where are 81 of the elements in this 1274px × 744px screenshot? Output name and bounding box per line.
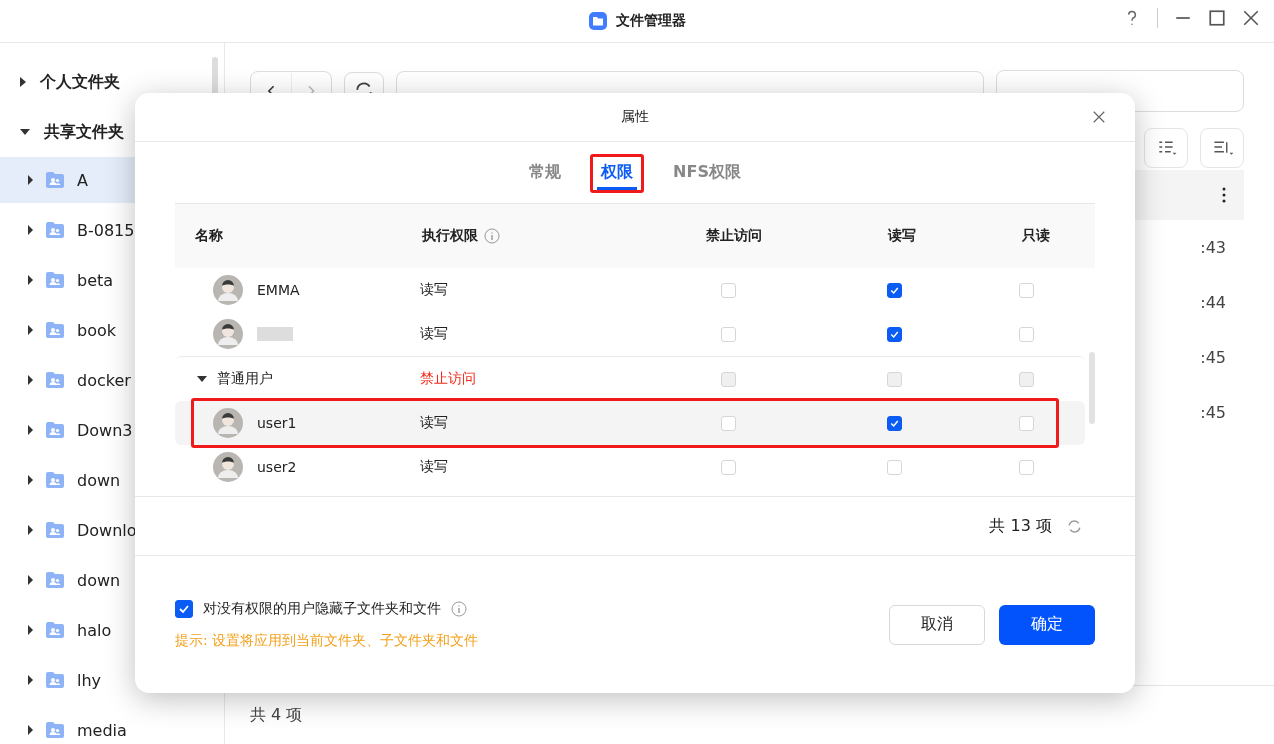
caret-icon[interactable] (28, 375, 33, 385)
permission-text: 禁止访问 (420, 370, 476, 388)
modified-time: :45 (1200, 348, 1226, 367)
checkbox[interactable] (886, 282, 902, 298)
permission-text: 读写 (420, 281, 449, 299)
maximize-icon[interactable] (1208, 9, 1226, 27)
caret-icon[interactable] (28, 425, 33, 435)
sidebar-item[interactable]: media (0, 707, 224, 744)
modified-time: :45 (1200, 403, 1226, 422)
user-name: user2 (257, 459, 297, 475)
shared-folder-icon (45, 671, 65, 689)
shared-folder-icon (45, 271, 65, 289)
sidebar-item[interactable]: 共享文件夹 (0, 107, 224, 157)
dialog-title: 属性 (621, 108, 649, 126)
caret-icon[interactable] (28, 225, 33, 235)
avatar (213, 452, 243, 482)
user-name: EMMA (257, 282, 300, 298)
shared-folder-icon (45, 221, 65, 239)
option-label: 对没有权限的用户隐藏子文件夹和文件 (203, 599, 441, 618)
tab[interactable]: 常规 (525, 157, 566, 190)
checkbox[interactable] (175, 599, 193, 618)
window-title: 文件管理器 (616, 12, 686, 30)
folder-icon (588, 11, 608, 31)
column-header: 执行权限 (422, 227, 479, 245)
caret-icon[interactable] (28, 475, 33, 485)
sort-icon[interactable] (1200, 128, 1244, 168)
sidebar-item[interactable]: Downlo (0, 507, 224, 553)
shared-folder-icon (45, 721, 65, 739)
shared-folder-icon (45, 571, 65, 589)
caret-icon[interactable] (20, 77, 26, 87)
shared-folder-icon (45, 621, 65, 639)
sidebar-item[interactable]: beta (0, 257, 224, 303)
caret-icon[interactable] (28, 675, 33, 685)
more-icon[interactable] (1222, 187, 1226, 203)
permission-text: 读写 (420, 414, 449, 432)
hint-text: 提示: 设置将应用到当前文件夹、子文件夹和文件 (175, 631, 479, 650)
shared-folder-icon (45, 371, 65, 389)
refresh-icon[interactable] (1066, 517, 1083, 535)
close-icon[interactable] (1242, 9, 1260, 27)
list-view-icon[interactable] (1144, 128, 1188, 168)
caret-icon[interactable] (28, 575, 33, 585)
caret-icon[interactable] (28, 525, 33, 535)
sidebar-item[interactable]: book (0, 307, 224, 353)
caret-icon[interactable] (20, 129, 30, 135)
caret-icon[interactable] (28, 725, 33, 735)
cancel-button[interactable]: 取消 (889, 604, 985, 645)
avatar (213, 408, 243, 438)
close-icon[interactable] (1092, 110, 1106, 124)
shared-folder-icon (45, 421, 65, 439)
selected-row[interactable]: user1 读写 (175, 401, 1085, 445)
item-count: 共 13 项 (989, 515, 1052, 537)
tab[interactable]: NFS权限 (669, 157, 745, 190)
caret-icon[interactable] (28, 175, 33, 185)
tab[interactable]: 权限 (597, 157, 638, 190)
shared-folder-icon (45, 521, 65, 539)
caret-icon[interactable] (28, 625, 33, 635)
item-count: 共 4 项 (250, 704, 303, 726)
column-header: 读写 (888, 227, 917, 245)
sidebar-item[interactable]: down (0, 457, 224, 503)
sidebar-item[interactable]: 个人文件夹 (0, 57, 224, 107)
column-header: 只读 (1021, 227, 1050, 245)
checkbox[interactable] (886, 326, 902, 342)
caret-icon[interactable] (28, 275, 33, 285)
caret-icon[interactable] (28, 325, 33, 335)
checkbox[interactable] (886, 415, 902, 431)
avatar (213, 275, 243, 305)
column-header: 名称 (195, 227, 223, 245)
permission-text: 读写 (420, 325, 449, 343)
user-name: user1 (257, 415, 297, 431)
confirm-button[interactable]: 确定 (999, 604, 1095, 645)
permission-text: 读写 (420, 458, 449, 476)
shared-folder-icon (45, 471, 65, 489)
group-name: 普通用户 (217, 370, 273, 388)
shared-folder-icon (45, 321, 65, 339)
shared-folder-icon (45, 171, 65, 189)
modified-time: :44 (1200, 293, 1226, 312)
scrollbar[interactable] (1089, 352, 1095, 424)
column-header: 禁止访问 (706, 227, 762, 245)
modified-time: :43 (1200, 238, 1226, 257)
sidebar-item[interactable]: lhy (0, 657, 224, 703)
avatar (213, 319, 243, 349)
